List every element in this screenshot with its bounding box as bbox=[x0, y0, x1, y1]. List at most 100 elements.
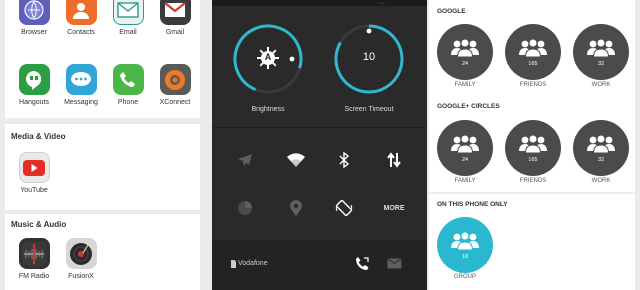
app-contacts[interactable]: Contacts bbox=[56, 0, 106, 36]
fm-radio-icon bbox=[18, 238, 50, 269]
app-label: Browser bbox=[21, 29, 47, 36]
brightness-label: Brightness bbox=[251, 106, 285, 113]
group-label: FAMILY bbox=[454, 178, 476, 184]
airplane-icon bbox=[238, 154, 252, 166]
section-title: GOOGLE bbox=[437, 8, 466, 15]
phone-only-card: ON THIS PHONE ONLY 18 GROUP bbox=[429, 194, 635, 290]
app-youtube[interactable]: YouTube bbox=[9, 152, 59, 194]
people-group-icon bbox=[587, 38, 615, 58]
section-title: GOOGLE+ CIRCLES bbox=[437, 103, 500, 110]
mobile-data-toggle[interactable] bbox=[374, 145, 414, 175]
screen-timeout-value: 10 bbox=[362, 51, 376, 63]
app-label: Messaging bbox=[64, 99, 98, 106]
group-label: FRIENDS bbox=[519, 178, 547, 184]
people-group-icon bbox=[451, 38, 479, 58]
group-local[interactable]: 18 bbox=[437, 217, 493, 273]
app-gmail[interactable]: Gmail bbox=[150, 0, 200, 36]
app-browser[interactable]: Browser bbox=[9, 0, 59, 36]
group-count: 32 bbox=[597, 157, 605, 163]
xconnect-icon bbox=[159, 64, 191, 95]
phone-icon bbox=[112, 64, 144, 95]
people-groups-panel: GOOGLE 24 FAMILY 165 FRIENDS 32 WORK GOO… bbox=[427, 0, 640, 290]
section-title: Music & Audio bbox=[11, 220, 67, 229]
divider bbox=[212, 127, 427, 128]
contacts-icon bbox=[65, 0, 97, 25]
group-work[interactable]: 32 bbox=[573, 24, 629, 80]
quick-settings-panel: A Brightness 10 Screen Timeout MORE Voda… bbox=[212, 0, 427, 290]
group-count: 18 bbox=[461, 254, 469, 260]
app-label: Phone bbox=[117, 99, 139, 106]
app-email[interactable]: Email bbox=[103, 0, 153, 36]
message-settings-icon[interactable] bbox=[387, 258, 402, 269]
people-group-icon bbox=[519, 38, 547, 58]
power-saver-icon bbox=[238, 201, 252, 215]
gmail-icon bbox=[159, 0, 191, 25]
call-settings-icon[interactable] bbox=[354, 256, 370, 272]
app-label: FM Radio bbox=[18, 273, 50, 280]
group-label: FAMILY bbox=[454, 82, 476, 88]
screen-timeout-label: Screen Timeout bbox=[344, 106, 394, 113]
auto-rotate-toggle[interactable] bbox=[324, 193, 364, 223]
group-count: 24 bbox=[461, 157, 469, 163]
app-label: FusionX bbox=[68, 273, 94, 280]
group-family[interactable]: 24 bbox=[437, 24, 493, 80]
group-count: 165 bbox=[528, 61, 538, 67]
app-drawer-panel: Browser Contacts Email Gmail Hangouts Me… bbox=[0, 0, 212, 290]
sim-card-icon bbox=[231, 260, 236, 268]
rotate-icon bbox=[335, 199, 353, 217]
group-label: WORK bbox=[591, 82, 611, 88]
wifi-toggle[interactable] bbox=[276, 145, 316, 175]
app-label: Contacts bbox=[67, 29, 95, 36]
app-xconnect[interactable]: XConnect bbox=[150, 64, 200, 106]
bluetooth-toggle[interactable] bbox=[324, 145, 364, 175]
people-group-icon bbox=[587, 134, 615, 154]
media-video-card: Media & Video YouTube bbox=[5, 124, 200, 210]
data-arrows-icon bbox=[387, 152, 401, 168]
section-title: ON THIS PHONE ONLY bbox=[437, 201, 508, 208]
people-group-icon bbox=[519, 134, 547, 154]
circle-friends[interactable]: 165 bbox=[505, 120, 561, 176]
people-group-icon bbox=[451, 231, 479, 251]
circle-family[interactable]: 24 bbox=[437, 120, 493, 176]
group-friends[interactable]: 165 bbox=[505, 24, 561, 80]
bluetooth-icon bbox=[339, 152, 349, 168]
group-label: FRIENDS bbox=[519, 82, 547, 88]
browser-icon bbox=[18, 0, 50, 25]
group-label: GROUP bbox=[453, 274, 476, 280]
app-phone[interactable]: Phone bbox=[103, 64, 153, 106]
app-label: Gmail bbox=[165, 29, 185, 36]
app-label: Hangouts bbox=[19, 99, 49, 106]
brightness-badge: A bbox=[264, 52, 272, 62]
apps-card: Browser Contacts Email Gmail Hangouts Me… bbox=[5, 0, 200, 118]
messaging-icon bbox=[65, 64, 97, 95]
panel-top-bar bbox=[212, 0, 427, 6]
circle-work[interactable]: 32 bbox=[573, 120, 629, 176]
youtube-icon bbox=[18, 152, 50, 183]
location-toggle[interactable] bbox=[276, 193, 316, 223]
quick-settings-footer: Vodafone bbox=[212, 240, 427, 290]
fusionx-icon bbox=[65, 238, 97, 269]
more-settings-button[interactable]: MORE bbox=[374, 193, 414, 223]
section-title: Media & Video bbox=[11, 132, 66, 141]
app-label: Email bbox=[119, 29, 137, 36]
music-audio-card: Music & Audio FM Radio FusionX bbox=[5, 214, 200, 290]
more-label: MORE bbox=[383, 204, 405, 212]
app-fusionx[interactable]: FusionX bbox=[56, 238, 106, 280]
email-icon bbox=[112, 0, 144, 25]
group-count: 32 bbox=[597, 61, 605, 67]
brightness-auto-icon: A bbox=[257, 47, 279, 69]
app-hangouts[interactable]: Hangouts bbox=[9, 64, 59, 106]
pull-handle-icon bbox=[378, 2, 386, 6]
airplane-mode-toggle[interactable] bbox=[225, 145, 265, 175]
carrier-name: Vodafone bbox=[238, 260, 268, 267]
group-label: WORK bbox=[591, 178, 611, 184]
app-messaging[interactable]: Messaging bbox=[56, 64, 106, 106]
google-groups-card: GOOGLE 24 FAMILY 165 FRIENDS 32 WORK bbox=[429, 0, 635, 98]
battery-saver-toggle[interactable] bbox=[225, 193, 265, 223]
people-group-icon bbox=[451, 134, 479, 154]
location-pin-icon bbox=[290, 200, 302, 216]
app-fm-radio[interactable]: FM Radio bbox=[9, 238, 59, 280]
app-label: XConnect bbox=[159, 99, 191, 106]
google-circles-card: GOOGLE+ CIRCLES 24 FAMILY 165 FRIENDS 32… bbox=[429, 98, 635, 192]
group-count: 24 bbox=[461, 61, 469, 67]
